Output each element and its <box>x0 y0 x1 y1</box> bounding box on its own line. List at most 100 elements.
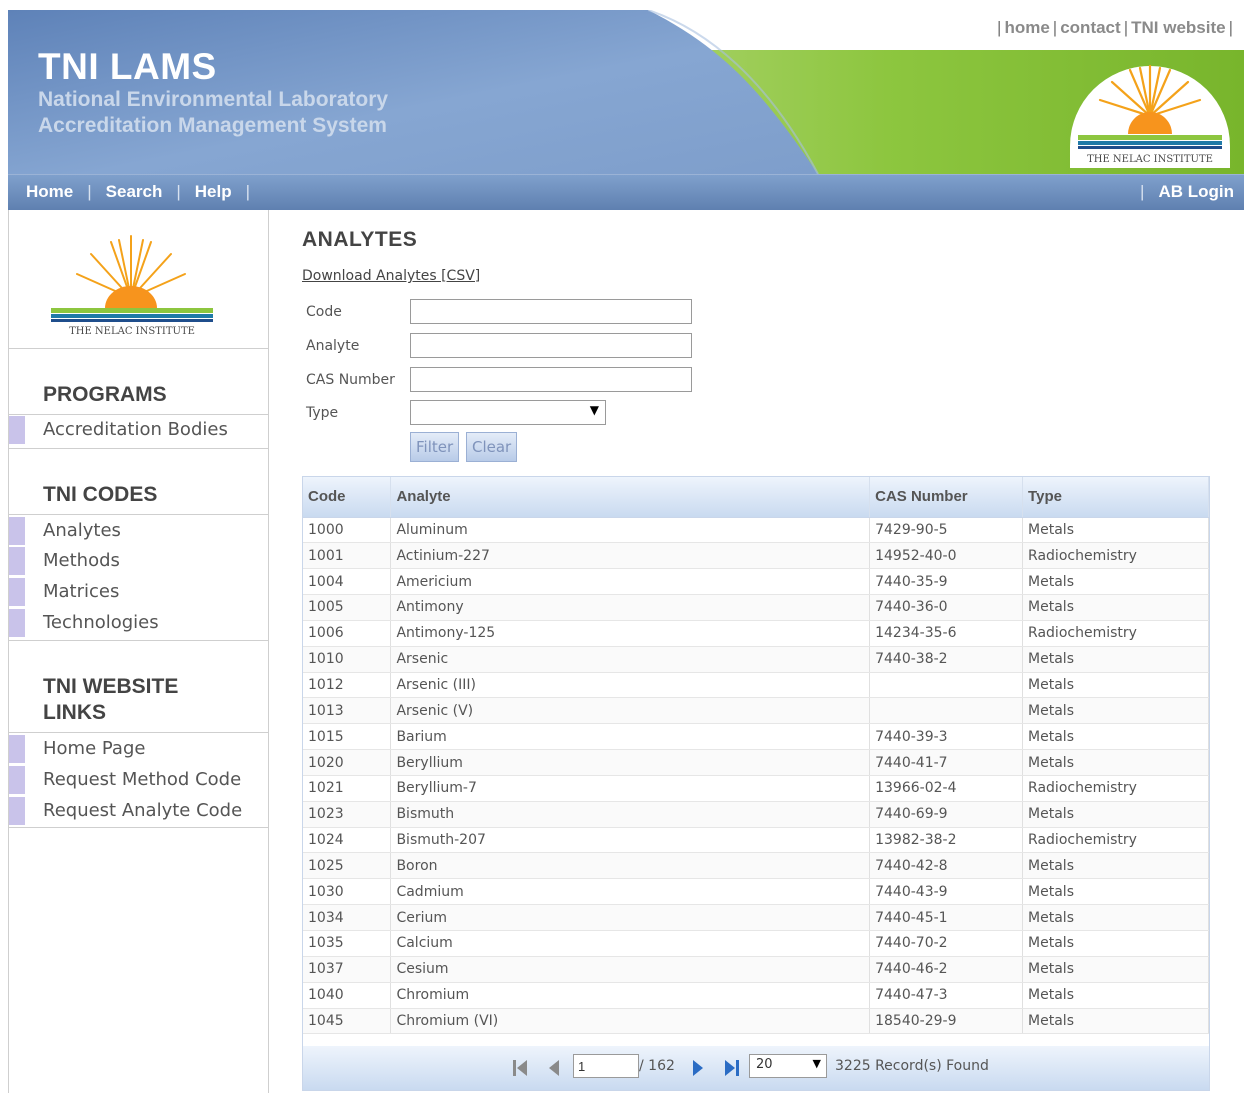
table-row[interactable]: 1004 Americium 7440-35-9 Metals <box>303 568 1209 596</box>
cell-type: Metals <box>1022 1008 1209 1035</box>
cell-analyte: Beryllium-7 <box>390 775 871 802</box>
sidebar-marker <box>9 609 25 637</box>
cell-cas-number: 7440-46-2 <box>869 956 1024 983</box>
page-size-select[interactable]: 20 ▼ <box>749 1054 827 1079</box>
nav-help[interactable]: Help <box>195 182 232 202</box>
separator: | <box>1228 18 1233 37</box>
table-row[interactable]: 1025 Boron 7440-42-8 Metals <box>303 852 1209 880</box>
sidebar: THE NELAC INSTITUTE PROGRAMS Accreditati… <box>8 210 269 1093</box>
cell-code: 1015 <box>303 723 392 751</box>
separator: | <box>87 182 92 201</box>
table-row[interactable]: 1005 Antimony 7440-36-0 Metals <box>303 594 1209 621</box>
cell-type: Radiochemistry <box>1022 542 1209 570</box>
cell-code: 1024 <box>303 827 392 854</box>
table-row[interactable]: 1021 Beryllium-7 13966-02-4 Radiochemistry <box>303 775 1209 802</box>
table-row[interactable]: 1030 Cadmium 7440-43-9 Metals <box>303 878 1209 906</box>
table-row[interactable]: 1037 Cesium 7440-46-2 Metals <box>303 956 1209 983</box>
table-row[interactable]: 1024 Bismuth-207 13982-38-2 Radiochemistry <box>303 827 1209 854</box>
filter-button[interactable]: Filter <box>410 432 460 462</box>
table-row[interactable]: 1012 Arsenic (III) Metals <box>303 672 1209 699</box>
page-number-input[interactable] <box>573 1054 639 1079</box>
sidebar-marker <box>9 416 25 444</box>
top-link-contact[interactable]: contact <box>1060 18 1120 38</box>
table-row[interactable]: 1023 Bismuth 7440-69-9 Metals <box>303 801 1209 828</box>
total-pages-label: / 162 <box>639 1058 675 1075</box>
table-row[interactable]: 1006 Antimony-125 14234-35-6 Radiochemistry <box>303 620 1209 647</box>
separator: | <box>245 182 251 201</box>
sidebar-item-accreditation-bodies[interactable]: Accreditation Bodies <box>9 415 269 445</box>
cell-analyte: Americium <box>390 568 871 596</box>
sidebar-item-label: Request Method Code <box>43 769 242 790</box>
table-row[interactable]: 1040 Chromium 7440-47-3 Metals <box>303 982 1209 1009</box>
cell-cas-number: 7429-90-5 <box>869 517 1024 544</box>
sidebar-item-technologies[interactable]: Technologies <box>9 608 269 638</box>
cell-cas-number: 7440-43-9 <box>869 878 1024 906</box>
cell-code: 1013 <box>303 697 392 725</box>
sidebar-item-label: Accreditation Bodies <box>43 419 228 440</box>
top-links: | home | contact | TNI website | <box>994 18 1236 38</box>
sidebar-item-label: Matrices <box>43 581 120 602</box>
cas-number-label: CAS Number <box>306 372 395 388</box>
cell-type: Metals <box>1022 982 1209 1009</box>
cell-cas-number: 7440-35-9 <box>869 568 1024 596</box>
top-link-tni-website[interactable]: TNI website <box>1131 18 1225 38</box>
cell-type: Metals <box>1022 697 1209 725</box>
sidebar-item-methods[interactable]: Methods <box>9 546 269 576</box>
column-header-code[interactable]: Code <box>303 477 392 518</box>
first-page-icon[interactable] <box>511 1059 529 1077</box>
table-row[interactable]: 1013 Arsenic (V) Metals <box>303 697 1209 725</box>
last-page-icon[interactable] <box>723 1059 741 1077</box>
page-size-value: 20 <box>756 1057 773 1073</box>
cell-code: 1006 <box>303 620 392 647</box>
divider <box>9 448 269 449</box>
nav-home[interactable]: Home <box>26 182 73 202</box>
next-page-icon[interactable] <box>691 1059 705 1077</box>
table-body: 1000 Aluminum 7429-90-5 Metals 1001 Actinium-… <box>303 517 1209 1035</box>
cell-cas-number: 7440-39-3 <box>869 723 1024 751</box>
sidebar-item-request-method-code[interactable]: Request Method Code <box>9 765 269 795</box>
type-select[interactable]: ▼ <box>410 400 606 425</box>
separator: | <box>1123 18 1129 37</box>
table-row[interactable]: 1034 Cerium 7440-45-1 Metals <box>303 904 1209 931</box>
table-row[interactable]: 1001 Actinium-227 14952-40-0 Radiochemistry <box>303 542 1209 570</box>
separator: | <box>997 18 1002 37</box>
divider <box>9 827 269 828</box>
cell-type: Metals <box>1022 852 1209 880</box>
cell-type: Radiochemistry <box>1022 827 1209 854</box>
clear-button[interactable]: Clear <box>466 432 518 462</box>
cell-cas-number: 13982-38-2 <box>869 827 1024 854</box>
previous-page-icon[interactable] <box>547 1059 561 1077</box>
nav-search[interactable]: Search <box>106 182 163 202</box>
ab-login-link[interactable]: AB Login <box>1158 182 1234 201</box>
sidebar-marker <box>9 735 25 763</box>
column-header-cas-number[interactable]: CAS Number <box>869 477 1024 518</box>
cell-analyte: Arsenic (V) <box>390 697 871 725</box>
record-count: 3225 Record(s) Found <box>835 1058 989 1075</box>
cell-cas-number: 7440-70-2 <box>869 930 1024 957</box>
download-csv-link[interactable]: Download Analytes [CSV] <box>302 268 480 284</box>
table-row[interactable]: 1015 Barium 7440-39-3 Metals <box>303 723 1209 751</box>
sidebar-item-analytes[interactable]: Analytes <box>9 516 269 546</box>
table-row[interactable]: 1000 Aluminum 7429-90-5 Metals <box>303 517 1209 544</box>
cell-analyte: Cerium <box>390 904 871 931</box>
site-title: TNI LAMS <box>38 46 217 87</box>
analytes-grid: Code Analyte CAS Number Type 1000 Aluminu… <box>302 476 1210 1092</box>
pager: / 162 20 ▼ 3225 Record(s) Found <box>303 1046 1209 1091</box>
cas-number-input[interactable] <box>410 367 692 392</box>
column-header-analyte[interactable]: Analyte <box>390 477 871 518</box>
sidebar-item-matrices[interactable]: Matrices <box>9 577 269 607</box>
table-row[interactable]: 1035 Calcium 7440-70-2 Metals <box>303 930 1209 957</box>
divider <box>9 640 269 641</box>
analyte-input[interactable] <box>410 333 692 358</box>
sidebar-logo-text: THE NELAC INSTITUTE <box>69 326 195 336</box>
table-row[interactable]: 1020 Beryllium 7440-41-7 Metals <box>303 749 1209 776</box>
table-row[interactable]: 1045 Chromium (VI) 18540-29-9 Metals <box>303 1008 1209 1035</box>
top-link-home[interactable]: home <box>1004 18 1049 38</box>
table-row[interactable]: 1010 Arsenic 7440-38-2 Metals <box>303 646 1209 673</box>
cell-analyte: Beryllium <box>390 749 871 776</box>
sidebar-item-request-analyte-code[interactable]: Request Analyte Code <box>9 796 269 826</box>
sidebar-item-home-page[interactable]: Home Page <box>9 734 269 764</box>
cell-analyte: Arsenic <box>390 646 871 673</box>
column-header-type[interactable]: Type <box>1022 477 1209 518</box>
code-input[interactable] <box>410 299 692 324</box>
